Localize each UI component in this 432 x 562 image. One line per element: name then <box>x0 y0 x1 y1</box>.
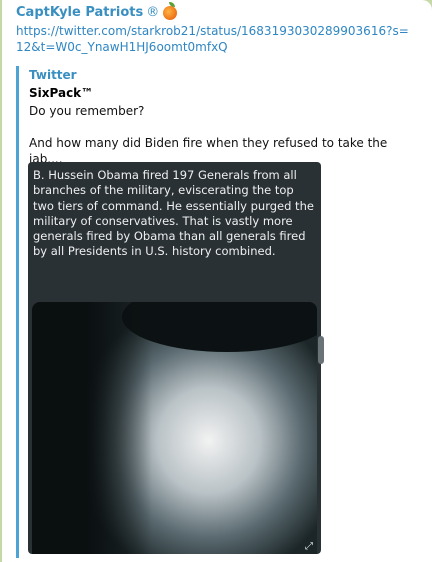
portrait-photo <box>32 302 317 554</box>
preview-description: Do you remember? And how many did Biden … <box>29 104 388 166</box>
expand-icon[interactable]: ⤢ <box>305 541 313 552</box>
image-caption-text: B. Hussein Obama fired 197 Generals from… <box>33 168 314 259</box>
link-preview[interactable]: Twitter SixPack™ Do you remember? And ho… <box>16 66 419 558</box>
preview-image[interactable]: B. Hussein Obama fired 197 Generals from… <box>28 162 321 554</box>
preview-site-name: Twitter <box>29 68 77 82</box>
peach-icon <box>163 1 178 20</box>
sender-name[interactable]: CaptKyle Patriots ® <box>16 1 178 20</box>
scroll-handle[interactable] <box>318 336 324 364</box>
photo-shadow-shape <box>32 302 152 554</box>
registered-mark: ® <box>146 5 160 20</box>
message-bubble: CaptKyle Patriots ® https://twitter.com/… <box>2 0 432 562</box>
message-link[interactable]: https://twitter.com/starkrob21/status/16… <box>16 23 416 55</box>
sender-name-text: CaptKyle Patriots <box>16 5 144 20</box>
preview-title: SixPack™ <box>29 86 94 100</box>
